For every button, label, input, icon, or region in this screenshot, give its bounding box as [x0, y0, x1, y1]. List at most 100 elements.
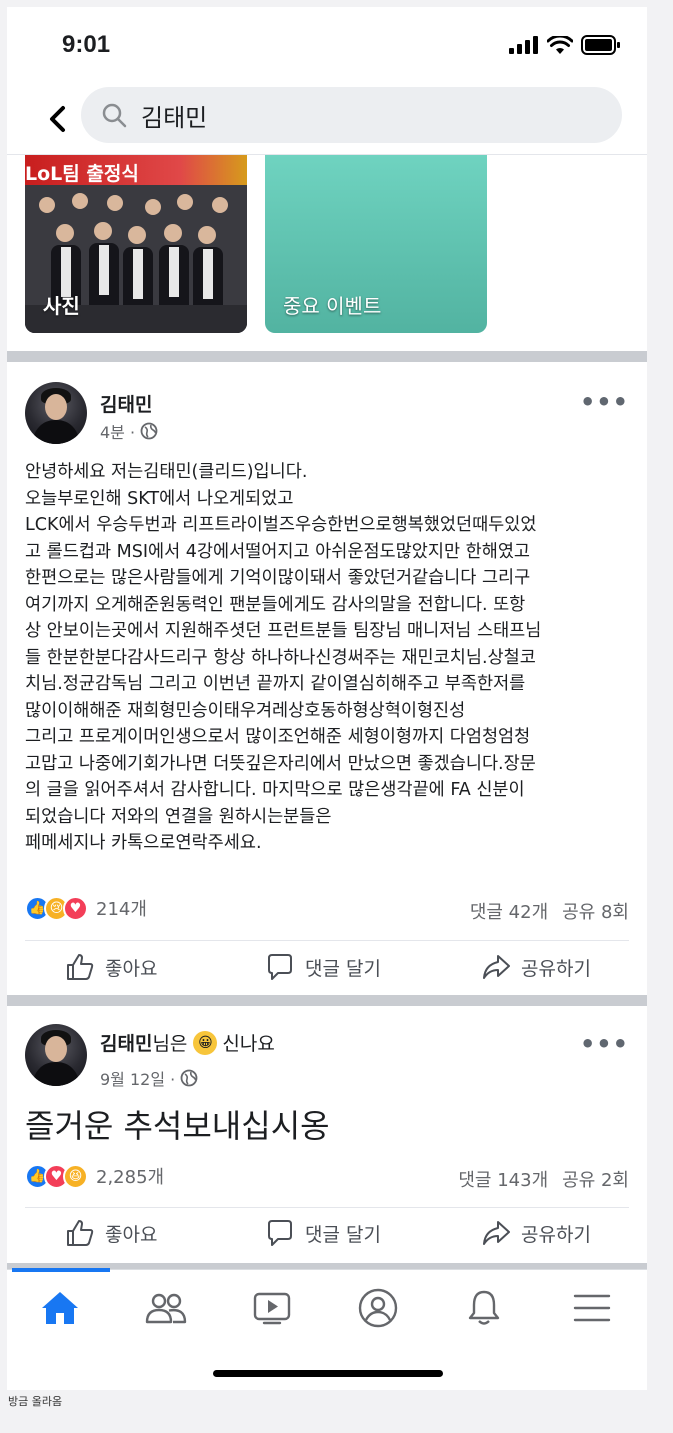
feeling-icon: 😀: [193, 1030, 218, 1055]
comment-button[interactable]: 댓글 달기: [265, 1218, 381, 1248]
photos-tile[interactable]: LoL팀 출정식 사진: [25, 155, 247, 333]
post-1: 김태민 4분 · ••• 안녕하세요 저는김태민(클리드)입니다. 오늘부로인해…: [7, 362, 647, 1002]
phone-screen: 9:01 김태민 LoL팀 출정식 사진 중요 이벤트 김태민 4분 · •••…: [7, 7, 647, 1390]
avatar[interactable]: [25, 382, 87, 444]
post-line: 페메세지나 카톡으로연락주세요.: [25, 833, 262, 853]
post-line: 많이이해해준 재희형민승이태우겨레상호동하형상혁이형진성: [25, 700, 466, 721]
love-reaction-icon: ♥: [63, 895, 88, 921]
status-icons: [509, 35, 621, 55]
post-author[interactable]: 김태민: [100, 1029, 152, 1056]
search-query: 김태민: [141, 103, 208, 132]
post-line: 상 안보이는곳에서 지원해주셧던 프런트분들 팀장님 매니저님 스태프님: [25, 621, 542, 641]
comment-count[interactable]: 댓글 143개: [458, 1166, 548, 1192]
share-label: 공유하기: [521, 1223, 591, 1246]
share-button[interactable]: 공유하기: [481, 952, 591, 982]
post-line: 되었습니다 저와의 연결을 원하시는분들은: [25, 806, 332, 827]
more-options-button[interactable]: •••: [580, 1030, 629, 1058]
home-icon: [42, 1292, 78, 1324]
life-events-tile[interactable]: 중요 이벤트: [265, 155, 487, 333]
thumbs-up-icon: [67, 954, 94, 980]
search-input[interactable]: 김태민: [81, 87, 622, 143]
post-line: 그리고 프로게이머인생으로서 많이조언해준 세형이형까지 다엄청엄청: [25, 727, 531, 747]
search-icon: [102, 103, 127, 128]
haha-reaction-icon: 😆: [63, 1163, 88, 1189]
post-body: 즐거운 추석보내십시옹: [25, 1107, 330, 1145]
profile-icon: [358, 1288, 398, 1328]
comment-button[interactable]: 댓글 달기: [265, 952, 381, 982]
signal-icon: [509, 36, 538, 54]
post-line: 의 글을 읽어주셔서 감사합니다. 마지막으로 많은생각끝에 FA 신분이: [25, 780, 525, 800]
battery-icon: [581, 35, 620, 55]
tab-home[interactable]: [7, 1270, 113, 1346]
post-line: 고 롤드컵과 MSI에서 4강에서떨어지고 아쉬운점도많았지만 한해였고: [25, 541, 531, 562]
tab-profile[interactable]: [325, 1270, 431, 1346]
back-arrow-icon: [50, 106, 65, 132]
thumbs-up-icon: [67, 1220, 94, 1246]
globe-icon: [180, 1069, 198, 1087]
search-header: 김태민: [7, 83, 647, 155]
reaction-count: 214개: [96, 899, 147, 920]
post-meta: 9월 12일 ·: [100, 1066, 198, 1090]
like-label: 좋아요: [105, 1223, 158, 1246]
comment-count[interactable]: 댓글 42개: [470, 898, 548, 924]
post-actions: 좋아요 댓글 달기 공유하기: [7, 950, 647, 1000]
profile-tiles: LoL팀 출정식 사진 중요 이벤트: [7, 155, 647, 351]
share-count[interactable]: 공유 8회: [562, 898, 629, 924]
bell-icon: [468, 1290, 500, 1325]
back-button[interactable]: [43, 99, 71, 139]
life-events-tile-label: 중요 이벤트: [283, 294, 382, 318]
tab-notifications[interactable]: [431, 1270, 537, 1346]
share-icon: [483, 1221, 510, 1245]
feeling-text: 신나요: [222, 1033, 275, 1055]
tab-friends[interactable]: [113, 1270, 219, 1346]
post-line: 여기까지 오게해준원동력인 팬분들에게도 감사의말을 전합니다. 또항: [25, 594, 526, 615]
comment-icon: [268, 1220, 292, 1246]
share-button[interactable]: 공유하기: [481, 1218, 591, 1248]
reactions-summary[interactable]: 👍 ♥ 😆 2,285개: [25, 1163, 164, 1189]
avatar[interactable]: [25, 1024, 87, 1086]
like-button[interactable]: 좋아요: [65, 952, 157, 982]
share-label: 공유하기: [521, 957, 591, 980]
reactions-summary[interactable]: 👍 😢 ♥ 214개: [25, 895, 147, 921]
globe-icon: [140, 422, 158, 440]
post-stats: 댓글 42개 공유 8회: [470, 898, 629, 924]
post-actions: 좋아요 댓글 달기 공유하기: [7, 1216, 647, 1266]
post-line: 치님.정균감독님 그리고 이번년 끝까지 같이열심히해주고 부족한저를: [25, 674, 526, 694]
photos-tile-label: 사진: [43, 294, 80, 318]
divider: [25, 1207, 629, 1208]
comment-label: 댓글 달기: [305, 957, 381, 980]
tab-menu[interactable]: [539, 1270, 645, 1346]
divider: [25, 940, 629, 941]
image-caption: 방금 올라옴: [8, 1395, 63, 1408]
post-stats: 댓글 143개 공유 2회: [458, 1166, 629, 1192]
post-time: 9월 12일 ·: [100, 1070, 176, 1089]
post-meta: 4분 ·: [100, 419, 158, 443]
post-line: 한편으로는 많은사람들에게 기억이많이돼서 좋았던거같습니다 그리구: [25, 568, 531, 588]
share-icon: [483, 955, 510, 979]
section-divider: [7, 995, 647, 1006]
share-count[interactable]: 공유 2회: [562, 1166, 629, 1192]
post-time: 4분 ·: [100, 423, 136, 442]
reaction-count: 2,285개: [96, 1167, 165, 1188]
status-bar: 9:01: [7, 7, 647, 83]
post-line: 고맙고 나중에기회가나면 더뜻깊은자리에서 만났으면 좋겠습니다.장문: [25, 753, 536, 774]
video-icon: [253, 1292, 291, 1325]
post-author[interactable]: 김태민: [100, 390, 152, 417]
post-body: 안녕하세요 저는김태민(클리드)입니다. 오늘부로인해 SKT에서 나오게되었고…: [25, 459, 637, 857]
like-label: 좋아요: [105, 957, 158, 980]
home-indicator[interactable]: [213, 1370, 443, 1377]
post-line: 오늘부로인해 SKT에서 나오게되었고: [25, 488, 294, 509]
post-line: 들 한분한분다감사드리구 항상 하나하나신경써주는 재민코치님.상철코: [25, 647, 536, 668]
section-divider: [7, 351, 647, 362]
post-2: 김태민 님은 😀 신나요 9월 12일 · ••• 즐거운 추석보내십시옹 👍 …: [7, 1006, 647, 1266]
like-button[interactable]: 좋아요: [65, 1218, 157, 1248]
tab-watch[interactable]: [219, 1270, 325, 1346]
menu-icon: [573, 1294, 611, 1322]
comment-label: 댓글 달기: [305, 1223, 381, 1246]
post-author-line: 김태민 님은 😀 신나요: [100, 1029, 275, 1056]
post-line: LCK에서 우승두번과 리프트라이벌즈우승한번으로행복했었던때두있었: [25, 515, 537, 535]
more-options-button[interactable]: •••: [580, 388, 629, 416]
post-line: 안녕하세요 저는김태민(클리드)입니다.: [25, 462, 308, 482]
wifi-icon: [547, 35, 573, 54]
bottom-tab-bar: [7, 1268, 647, 1351]
